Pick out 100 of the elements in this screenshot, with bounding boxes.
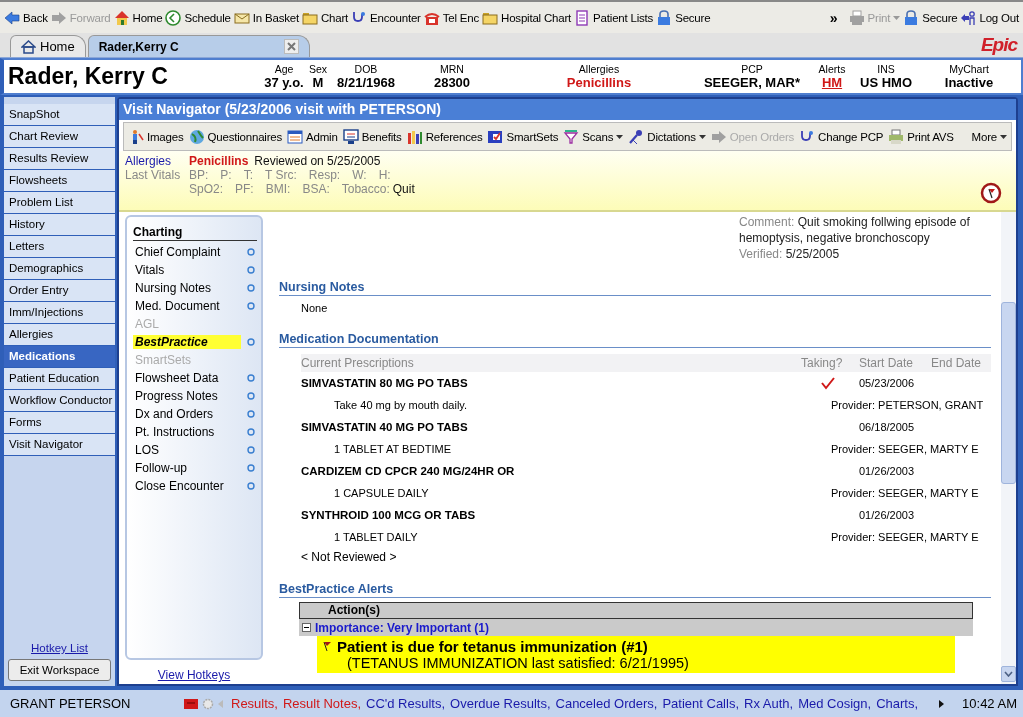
charting-item[interactable]: Close Encounter — [133, 477, 257, 495]
toolbar-button[interactable]: Print AVS — [888, 128, 954, 145]
verified-text: Verified: 5/25/2005 — [739, 246, 841, 262]
provider-text: Provider: SEEGER, MARTY E — [831, 487, 980, 499]
toolbar-button[interactable]: Questionnaires — [188, 128, 283, 145]
field-label: Allergies — [578, 63, 620, 75]
charting-item[interactable]: Dx and Orders — [133, 405, 257, 423]
charting-item[interactable]: Vitals — [133, 261, 257, 279]
funnel-icon — [563, 128, 580, 145]
sidebar-item[interactable]: Allergies — [4, 324, 115, 346]
status-dot-icon — [247, 248, 255, 256]
toolbar-button[interactable]: Tel Enc — [423, 9, 480, 26]
sidebar-item[interactable]: Letters — [4, 236, 115, 258]
review-status: < Not Reviewed > — [301, 549, 398, 564]
field-label: MRN — [440, 63, 464, 75]
toolbar-button[interactable]: Dictations — [628, 128, 706, 145]
review-date: Reviewed on 5/25/2005 — [254, 154, 381, 168]
logout-icon — [960, 9, 977, 26]
overflow-button[interactable]: » — [829, 9, 838, 26]
scroll-down-button[interactable] — [1001, 666, 1016, 682]
toolbar-button[interactable]: Admin — [287, 128, 338, 145]
books-icon — [406, 128, 423, 145]
sidebar-item[interactable]: Results Review — [4, 148, 115, 170]
collapse-icon[interactable] — [302, 623, 311, 632]
field-value: SEEGER, MAR* — [703, 75, 801, 90]
toolbar-button[interactable]: Benefits — [342, 128, 402, 145]
allergies-link[interactable]: Allergies — [125, 154, 183, 168]
sidebar-item[interactable]: SnapShot — [4, 104, 115, 126]
sidebar-item[interactable]: Workflow Conductor — [4, 390, 115, 412]
toolbar-button[interactable]: In Basket — [233, 9, 299, 26]
right-arrow-icon[interactable] — [939, 699, 945, 708]
toolbar-button[interactable]: References — [406, 128, 483, 145]
start-date: 01/26/2003 — [859, 509, 916, 521]
toolbar-button[interactable]: Hospital Chart — [482, 9, 572, 26]
status-dot-icon — [247, 284, 255, 292]
printer-icon — [848, 9, 865, 26]
vital-label: SpO2: — [189, 182, 224, 196]
medication-name: SIMVASTATIN 40 MG PO TABS — [301, 421, 469, 433]
section-heading: BestPractice Alerts — [279, 582, 991, 598]
arrow-right-icon — [710, 128, 727, 145]
sidebar-item[interactable]: Imm/Injections — [4, 302, 115, 324]
toolbar-button[interactable]: Secure — [903, 9, 958, 26]
tab[interactable]: Home — [10, 35, 86, 57]
toolbar-button[interactable]: Chart — [301, 9, 349, 26]
sidebar-item[interactable]: Forms — [4, 412, 115, 434]
inbasket-link[interactable]: Rx Auth, — [744, 696, 794, 711]
toolbar-button[interactable]: Encounter — [351, 9, 421, 26]
sidebar-item[interactable]: Flowsheets — [4, 170, 115, 192]
inbasket-link[interactable]: Results, — [231, 696, 278, 711]
sidebar-item[interactable]: Medications — [4, 346, 115, 368]
inbasket-link[interactable]: Patient Calls, — [662, 696, 739, 711]
scrollbar[interactable] — [1001, 212, 1016, 684]
vital-label: H: — [378, 168, 391, 182]
charting-item[interactable]: Flowsheet Data — [133, 369, 257, 387]
close-button[interactable] — [283, 39, 299, 54]
flag-icon[interactable] — [980, 182, 1002, 204]
inbasket-link[interactable]: Canceled Orders, — [555, 696, 658, 711]
alert-title: Patient is due for tetanus immunization (#1) — [337, 638, 648, 655]
toolbar-button[interactable]: Images — [128, 128, 184, 145]
sidebar-item[interactable]: Patient Education — [4, 368, 115, 390]
exit-button[interactable]: Exit Workspace — [8, 659, 111, 681]
toolbar-button[interactable]: Change PCP — [799, 128, 884, 145]
more-button[interactable]: More — [971, 130, 1007, 143]
toolbar-button[interactable]: Log Out — [960, 9, 1019, 26]
sig-text: Take 40 mg by mouth daily. — [333, 399, 469, 411]
toolbar-button[interactable]: Schedule — [165, 9, 231, 26]
toolbar-button[interactable]: Home — [113, 9, 163, 26]
sidebar-item[interactable]: Visit Navigator — [4, 434, 115, 456]
inbasket-link[interactable]: Overdue Results, — [450, 696, 551, 711]
checklist-icon — [487, 128, 504, 145]
hotkeys-link[interactable]: View Hotkeys — [157, 668, 231, 682]
inbasket-link[interactable]: Result Notes, — [282, 696, 361, 711]
sidebar-item[interactable]: Demographics — [4, 258, 115, 280]
vital-label: BSA: — [302, 182, 330, 196]
inbasket-link[interactable]: Charts, — [876, 696, 919, 711]
inbasket-link[interactable]: Med Cosign, — [798, 696, 872, 711]
toolbar-button[interactable]: Secure — [656, 9, 711, 26]
toolbar-button[interactable]: Back — [4, 9, 48, 26]
hotkey-link[interactable]: Hotkey List — [31, 642, 88, 654]
charting-item[interactable]: Med. Document — [133, 297, 257, 315]
inbasket-link[interactable]: CC'd Results, — [366, 696, 446, 711]
toolbar-button[interactable]: Patient Lists — [574, 9, 654, 26]
sidebar-item[interactable]: History — [4, 214, 115, 236]
charting-item[interactable]: Progress Notes — [133, 387, 257, 405]
status-dot-icon — [247, 266, 255, 274]
toolbar-button[interactable]: SmartSets — [487, 128, 559, 145]
charting-item[interactable]: Nursing Notes — [133, 279, 257, 297]
charting-item[interactable]: Follow-up — [133, 459, 257, 477]
charting-item[interactable]: Pt. Instructions — [133, 423, 257, 441]
form-icon — [287, 128, 304, 145]
sidebar-item[interactable]: Chart Review — [4, 126, 115, 148]
gear-icon — [202, 697, 214, 710]
tab[interactable]: Rader,Kerry C — [87, 35, 310, 57]
charting-item[interactable]: Chief Complaint — [133, 243, 257, 261]
medication-name: SIMVASTATIN 80 MG PO TABS — [301, 377, 469, 389]
toolbar-button[interactable]: Scans — [563, 128, 624, 145]
sidebar-item[interactable]: Problem List — [4, 192, 115, 214]
charting-item[interactable]: LOS — [133, 441, 257, 459]
alert-link[interactable]: HM — [821, 75, 843, 90]
sidebar-item[interactable]: Order Entry — [4, 280, 115, 302]
